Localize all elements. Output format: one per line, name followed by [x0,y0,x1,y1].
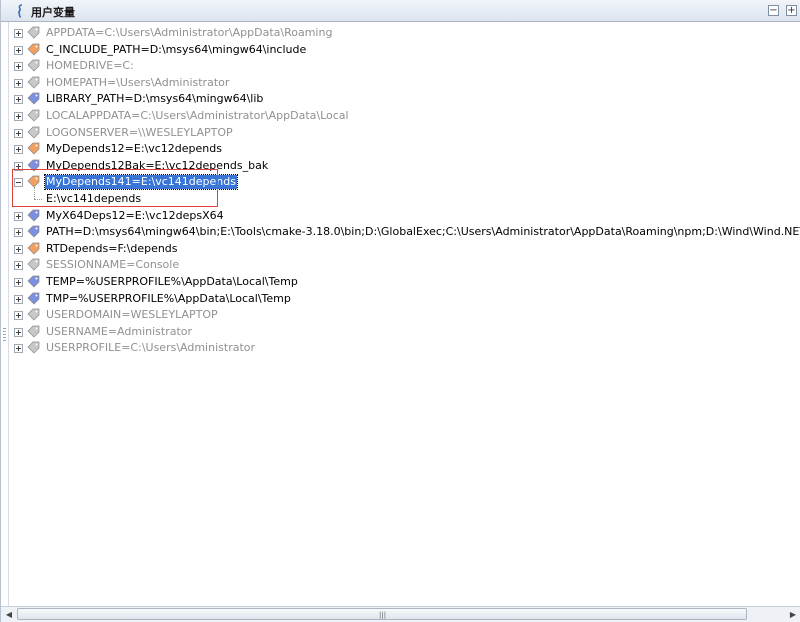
scroll-left-icon[interactable]: ◀ [1,607,17,622]
expand-icon[interactable] [14,294,23,304]
scroll-thumb-grip: ||| [379,611,387,619]
tree-node[interactable]: LIBRARY_PATH=D:\msys64\mingw64\lib [10,91,800,107]
tree-node[interactable]: HOMEPATH=\Users\Administrator [10,75,800,91]
tag-icon [27,109,40,122]
expand-icon[interactable] [14,311,23,321]
panel-title: 用户变量 [31,6,75,19]
tag-icon [27,342,40,354]
tag-icon [27,275,40,288]
tree-node[interactable]: USERPROFILE=C:\Users\Administrator [10,340,800,356]
collapse-all-button[interactable]: − [768,5,779,16]
variable-label[interactable]: LOGONSERVER=\\WESLEYLAPTOP [45,126,234,140]
variable-label[interactable]: RTDepends=F:\depends [45,242,179,256]
variable-label[interactable]: HOMEPATH=\Users\Administrator [45,76,230,90]
expand-icon[interactable] [14,211,23,221]
splitter[interactable] [1,22,9,608]
variable-label[interactable]: C_INCLUDE_PATH=D:\msys64\mingw64\include [45,43,307,57]
expand-icon[interactable] [14,244,23,254]
tree-node[interactable]: USERNAME=Administrator [10,324,800,340]
variable-label[interactable]: SESSIONNAME=Console [45,258,180,272]
expand-icon[interactable] [14,145,23,155]
tag-icon [27,59,40,72]
tree-node[interactable]: LOGONSERVER=\\WESLEYLAPTOP [10,125,800,141]
variable-label[interactable]: LIBRARY_PATH=D:\msys64\mingw64\lib [45,92,264,106]
variable-label[interactable]: TEMP=%USERPROFILE%\AppData\Local\Temp [45,275,299,289]
tree-node[interactable]: PATH=D:\msys64\mingw64\bin;E:\Tools\cmak… [10,224,800,240]
expand-icon[interactable] [14,29,23,38]
tag-icon [27,325,40,338]
variable-label[interactable]: USERDOMAIN=WESLEYLAPTOP [45,308,219,322]
panel-header: 用户变量 − + [1,0,800,22]
annotation-highlight-box [12,169,218,207]
tree-node[interactable]: MyDepends12=E:\vc12depends [10,141,800,157]
expand-icon[interactable] [14,278,23,287]
tag-icon [27,76,40,89]
expand-all-button[interactable]: + [786,5,797,16]
tree-node[interactable]: MyX64Deps12=E:\vc12depsX64 [10,208,800,224]
splitter-grip-icon[interactable] [3,328,6,342]
variable-icon [18,4,23,18]
tag-icon [27,209,40,222]
tag-icon [27,225,40,238]
horizontal-scrollbar[interactable]: ◀ ||| ▶ [1,606,800,622]
tree-node[interactable]: RTDepends=F:\depends [10,241,800,257]
tag-icon [27,93,40,105]
tree-node[interactable]: C_INCLUDE_PATH=D:\msys64\mingw64\include [10,42,800,58]
variable-tree: APPDATA=C:\Users\Administrator\AppData\R… [10,22,800,608]
tree-node[interactable]: LOCALAPPDATA=C:\Users\Administrator\AppD… [10,108,800,124]
expand-icon[interactable] [14,128,23,138]
tag-icon [27,126,40,139]
variable-label[interactable]: TMP=%USERPROFILE%\AppData\Local\Temp [45,292,292,306]
scroll-right-icon[interactable]: ▶ [785,607,800,622]
variable-label[interactable]: HOMEDRIVE=C: [45,59,135,73]
tree-node[interactable]: HOMEDRIVE=C: [10,58,800,74]
variable-label[interactable]: PATH=D:\msys64\mingw64\bin;E:\Tools\cmak… [45,225,800,239]
tag-icon [27,43,40,56]
variable-label[interactable]: APPDATA=C:\Users\Administrator\AppData\R… [45,26,333,40]
tag-icon [27,292,40,305]
tree-node[interactable]: TMP=%USERPROFILE%\AppData\Local\Temp [10,291,800,307]
expand-icon[interactable] [14,327,23,337]
expand-icon[interactable] [14,95,23,105]
tree-node[interactable]: TEMP=%USERPROFILE%\AppData\Local\Temp [10,274,800,290]
variable-label[interactable]: LOCALAPPDATA=C:\Users\Administrator\AppD… [45,109,350,123]
expand-icon[interactable] [14,45,23,55]
variable-label[interactable]: USERPROFILE=C:\Users\Administrator [45,341,256,355]
expand-icon[interactable] [14,228,23,238]
expand-icon[interactable] [14,261,23,271]
expand-icon[interactable] [14,78,23,88]
expand-icon[interactable] [14,344,23,354]
tree-node[interactable]: SESSIONNAME=Console [10,257,800,273]
tag-icon [27,242,40,255]
tree-node[interactable]: USERDOMAIN=WESLEYLAPTOP [10,307,800,323]
tag-icon [27,26,40,39]
variable-label[interactable]: USERNAME=Administrator [45,325,193,339]
tag-icon [27,142,40,155]
tag-icon [27,259,40,271]
variable-label[interactable]: MyX64Deps12=E:\vc12depsX64 [45,209,225,223]
expand-icon[interactable] [14,112,23,121]
variable-label[interactable]: MyDepends12=E:\vc12depends [45,142,223,156]
tag-icon [27,308,40,321]
scroll-thumb[interactable]: ||| [17,608,747,620]
expand-icon[interactable] [14,62,23,72]
tree-node[interactable]: APPDATA=C:\Users\Administrator\AppData\R… [10,25,800,41]
user-variables-panel: 用户变量 − + APPDATA=C:\Users\Administrator\… [0,0,800,622]
